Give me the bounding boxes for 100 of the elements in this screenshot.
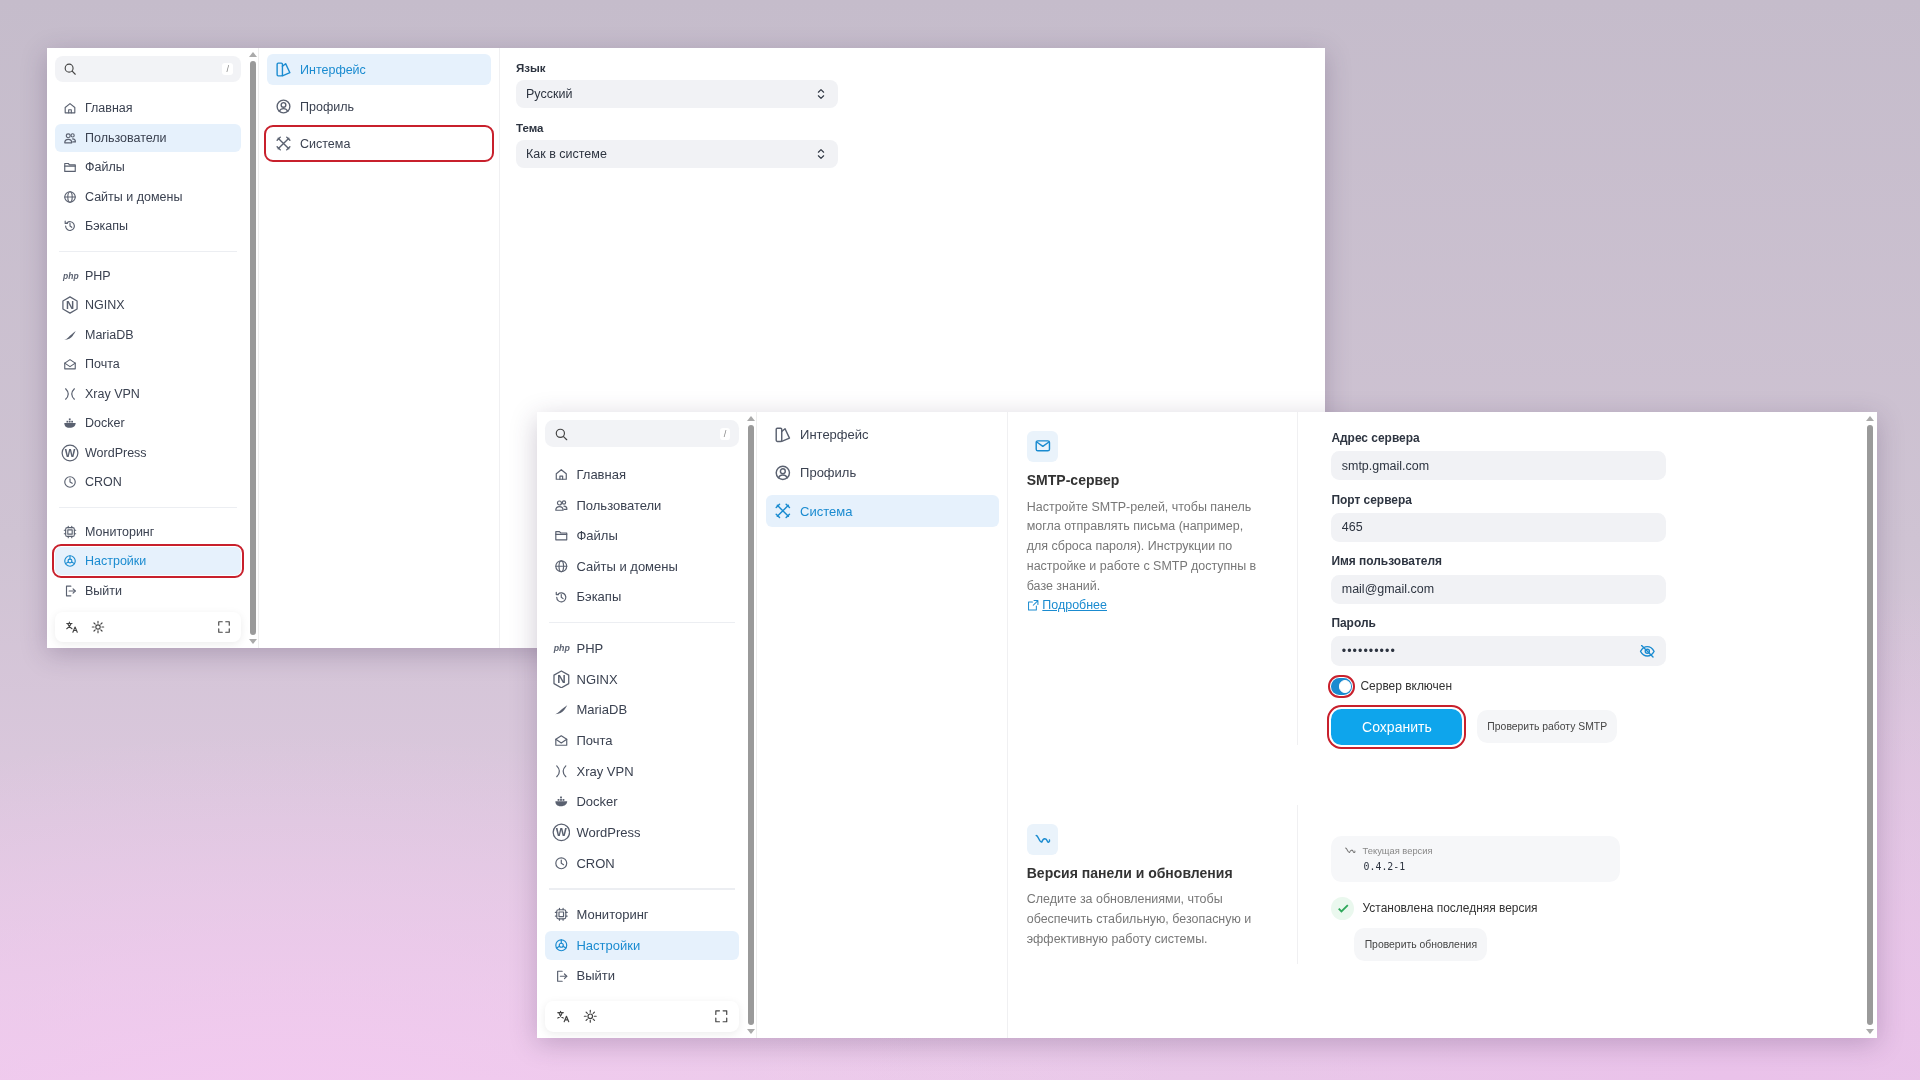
folder-icon [553,528,569,543]
submenu-item[interactable]: Профиль [765,456,999,489]
house-icon [553,467,569,482]
shortcut-key: / [719,427,731,440]
sidebar-item[interactable]: MariaDB [545,695,739,725]
sidebar-item[interactable]: CRON [545,848,739,878]
envelope-icon [553,733,569,748]
field-label: Порт сервера [1331,492,1413,507]
test-button[interactable]: Проверить работу SMTP [1476,710,1618,744]
more-link[interactable]: Подробнее [1026,598,1107,613]
check-icon [1331,896,1355,920]
globe-icon [63,189,77,204]
sidebar-item[interactable]: Сайты и домены [545,551,739,581]
sidebar-item[interactable]: Xray VPN [55,379,241,408]
input-field[interactable]: •••••••••• [1331,636,1667,666]
whale-icon [553,794,569,809]
chip-icon [553,907,569,922]
translate-icon[interactable] [65,620,79,634]
circle-letter-icon: W [551,823,571,842]
hexagon-letter-icon: N [61,296,79,314]
submenu-item[interactable]: Профиль [267,91,491,122]
sidebar-item[interactable]: MariaDB [55,320,241,349]
eye-off-icon[interactable] [1639,642,1656,660]
sidebar-item[interactable]: Бэкапы [55,212,241,240]
sidebar-item[interactable]: Выйти [545,961,739,991]
fullscreen-icon[interactable] [217,620,231,634]
sidebar-item[interactable]: Выйти [55,576,241,605]
select-field[interactable]: Русский [516,80,838,108]
input-field[interactable]: mail@gmail.com [1331,574,1667,604]
search-field[interactable]: / [55,56,241,82]
php-logo: php [63,270,77,281]
sidebar-item[interactable]: N NGINX [545,664,739,694]
sidebar-item[interactable]: Пользователи [55,123,241,152]
sidebar-item[interactable]: N NGINX [55,291,241,319]
sidebar-item[interactable]: Docker [55,409,241,437]
submenu-item[interactable]: Система [267,128,491,159]
version-number: 0.4.2-1 [1362,860,1407,872]
curved-x-icon [63,386,77,401]
input-field[interactable]: 465 [1331,512,1667,542]
panels-icon [275,61,292,78]
sidebar-item[interactable]: Xray VPN [545,756,739,786]
folder-icon [63,160,77,174]
status-text: Установлена последняя версия [1362,901,1538,916]
search-field[interactable]: / [545,420,739,448]
sidebar-item[interactable]: W WordPress [545,817,739,847]
submenu-item[interactable]: Интерфейс [765,418,999,451]
field-label: Язык [516,62,547,74]
sidebar-item[interactable]: Пользователи [545,490,739,520]
curved-x-icon [553,763,569,779]
settings-icon [63,554,77,568]
shortcut-key: / [222,63,233,75]
sidebar-item[interactable]: Почта [545,725,739,755]
scrollbar[interactable] [745,412,758,1039]
field-label: Имя пользователя [1331,554,1443,569]
logout-icon [63,583,77,598]
users-icon [63,130,77,145]
translate-icon[interactable] [555,1008,571,1024]
section-description: Следите за обновлениями, чтобы обеспечить стабильную, безопасную и эффективную работу системы. [1026,891,1253,948]
sidebar-item[interactable]: Главная [55,94,241,122]
house-icon [63,101,77,115]
sidebar-item[interactable]: php PHP [55,261,241,290]
section-title: SMTP-сервер [1026,472,1121,489]
scrollbar[interactable] [247,48,259,648]
sidebar-item[interactable]: W WordPress [55,438,241,467]
sidebar-item[interactable]: Почта [55,350,241,378]
sidebar-item[interactable]: Мониторинг [55,517,241,546]
user-circle-icon [275,98,292,115]
search-icon [553,426,569,442]
toggle-switch[interactable] [1331,677,1353,695]
settings-icon [553,937,569,953]
check-updates-button[interactable]: Проверить обновления [1354,928,1488,962]
search-icon [63,62,77,76]
sidebar-item[interactable]: Бэкапы [545,582,739,612]
hexagon-letter-icon: N [551,669,571,689]
section-description: Настройте SMTP-релей, чтобы панель могла отправлять письма (например, для сброса пароля). Инструкции по настройке и работе с SMTP доступны в базе знаний. [1026,498,1258,595]
history-icon [553,589,569,605]
input-field[interactable]: smtp.gmail.com [1331,450,1667,481]
history-icon [63,219,77,233]
sun-icon[interactable] [582,1008,598,1024]
php-logo: php [553,643,569,654]
sidebar-item[interactable]: Главная [545,459,739,489]
sidebar-item[interactable]: Сайты и домены [55,182,241,211]
toggle-label: Сервер включен [1360,679,1452,694]
sidebar-item[interactable]: Мониторинг [545,899,739,929]
whale-icon [63,416,77,430]
fullscreen-icon[interactable] [713,1008,729,1024]
sun-icon[interactable] [91,620,105,634]
field-label: Пароль [1331,616,1377,631]
chip-icon [63,524,77,539]
clock-icon [553,855,569,871]
select-field[interactable]: Как в системе [516,140,838,168]
sidebar-item[interactable]: Файлы [545,521,739,551]
sidebar-item[interactable]: php PHP [545,633,739,663]
section-title: Версия панели и обновления [1026,865,1234,882]
sidebar-item[interactable]: Файлы [55,153,241,181]
panels-icon [774,425,792,444]
sidebar-item[interactable]: Docker [545,787,739,817]
sidebar-item[interactable]: CRON [55,468,241,496]
users-icon [553,497,569,513]
user-circle-icon [774,464,792,482]
